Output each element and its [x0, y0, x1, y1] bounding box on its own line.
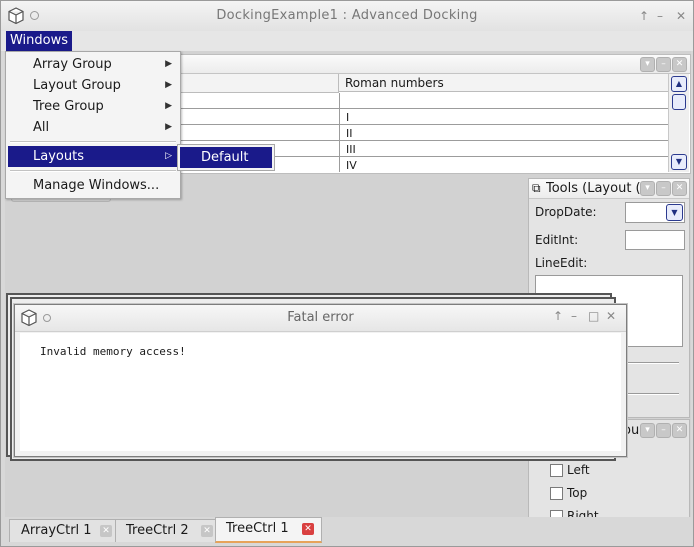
main-window: DockingExample1 : Advanced Docking ↑ – ✕… [0, 0, 694, 547]
menu-item-layouts[interactable]: Layouts ▷ [8, 146, 178, 167]
pin-icon[interactable]: ↑ [639, 9, 649, 23]
roman-cell: IV [346, 159, 357, 172]
menu-item-label: Manage Windows... [33, 178, 160, 193]
close-icon[interactable]: ✕ [606, 309, 616, 323]
tab-close-icon[interactable]: ✕ [302, 523, 314, 535]
tools-panel-title: Tools (Layout ( [546, 181, 641, 196]
layouts-submenu: Default [177, 144, 275, 171]
separator [625, 362, 679, 364]
roman-cell: I [346, 111, 350, 124]
fatal-error-titlebar: Fatal error ↑ – □ ✕ [15, 305, 626, 332]
minimize-icon[interactable]: – [571, 309, 577, 323]
top-label: Top [567, 486, 588, 500]
table-row[interactable] [178, 93, 668, 109]
fatal-error-body: Invalid memory access! [20, 333, 621, 451]
editint-field[interactable] [625, 230, 685, 250]
panel-menu-icon[interactable]: ▾ [640, 423, 655, 438]
panel-minimize-icon[interactable]: – [656, 423, 671, 438]
tab-close-icon[interactable]: ✕ [100, 525, 112, 537]
editint-label: EditInt: [535, 233, 579, 247]
minimize-icon[interactable]: – [657, 9, 663, 23]
submenu-arrow-icon: ▶ [165, 101, 172, 111]
tab-label: ArrayCtrl 1 [21, 523, 92, 538]
array-panel-header: ▾ – ✕ [178, 55, 690, 74]
close-icon[interactable]: ✕ [676, 9, 686, 23]
panel-copy-icon: ⧉ [532, 181, 541, 195]
clipped-row: Right [529, 508, 689, 517]
scroll-up-icon[interactable]: ▲ [671, 76, 687, 92]
tab-bar: ArrayCtrl 1 ✕ TreeCtrl 2 ✕ TreeCtrl 1 ✕ [5, 517, 691, 543]
table-row[interactable]: II [178, 125, 668, 141]
scroll-thumb[interactable] [672, 94, 686, 110]
menu-windows[interactable]: Windows [6, 31, 72, 51]
menu-item-all[interactable]: All ▶ [8, 117, 178, 138]
menu-item-label: Array Group [33, 57, 112, 72]
fatal-error-title: Fatal error [287, 310, 354, 325]
menu-item-tree-group[interactable]: Tree Group ▶ [8, 96, 178, 117]
submenu-arrow-icon: ▶ [165, 122, 172, 132]
menu-item-label: Default [201, 150, 249, 165]
panel-minimize-icon[interactable]: – [656, 181, 671, 196]
right-label: Right [567, 509, 599, 517]
submenu-arrow-icon: ▶ [165, 80, 172, 90]
tab-treectrl-1[interactable]: TreeCtrl 1 ✕ [215, 517, 322, 543]
column-header-0[interactable] [178, 74, 339, 93]
tools-panel-header: ⧉ Tools (Layout ( ▾ – ✕ [529, 179, 689, 199]
tab-close-icon[interactable]: ✕ [201, 525, 213, 537]
menu-item-label: Layout Group [33, 78, 121, 93]
table-row[interactable]: I [178, 109, 668, 125]
menu-separator [10, 141, 176, 143]
menu-separator [10, 170, 176, 172]
menu-item-default[interactable]: Default [180, 147, 272, 168]
panel-minimize-icon[interactable]: – [656, 57, 671, 72]
menu-bar: Windows [1, 31, 693, 51]
maximize-icon[interactable]: □ [588, 309, 599, 323]
dropdate-field[interactable]: ▼ [625, 202, 685, 223]
title-bar: DockingExample1 : Advanced Docking ↑ – ✕ [1, 1, 693, 32]
windows-menu-popup: Array Group ▶ Layout Group ▶ Tree Group ▶ A… [5, 51, 181, 199]
submenu-arrow-icon: ▶ [165, 59, 172, 69]
roman-cell: III [346, 143, 356, 156]
menu-item-label: Tree Group [33, 99, 104, 114]
window-title: DockingExample1 : Advanced Docking [216, 8, 478, 23]
panel-menu-icon[interactable]: ▾ [640, 57, 655, 72]
roman-cell: II [346, 127, 353, 140]
column-header-roman[interactable]: Roman numbers [339, 74, 668, 92]
menu-item-label: Layouts [33, 149, 84, 164]
panel-menu-icon[interactable]: ▾ [640, 181, 655, 196]
fatal-error-window: Fatal error ↑ – □ ✕ Invalid memory acces… [14, 304, 627, 457]
right-checkbox[interactable] [550, 510, 563, 517]
left-checkbox[interactable] [550, 464, 563, 477]
chevron-down-icon[interactable]: ▼ [666, 204, 683, 221]
top-checkbox[interactable] [550, 487, 563, 500]
dropdate-label: DropDate: [535, 205, 597, 219]
menu-item-label: All [33, 120, 50, 135]
menu-item-manage-windows[interactable]: Manage Windows... [8, 175, 178, 196]
table-scrollbar[interactable]: ▲ ▼ [668, 74, 689, 172]
pin-icon[interactable]: ↑ [553, 309, 563, 323]
tab-treectrl-2[interactable]: TreeCtrl 2 ✕ [115, 519, 217, 542]
scroll-down-icon[interactable]: ▼ [671, 154, 687, 170]
menu-item-array-group[interactable]: Array Group ▶ [8, 54, 178, 75]
submenu-arrow-icon: ▷ [165, 151, 172, 161]
left-label: Left [567, 463, 590, 477]
tab-label: TreeCtrl 1 [226, 521, 289, 536]
lineedit-label: LineEdit: [535, 256, 588, 270]
tab-arrayctrl-1[interactable]: ArrayCtrl 1 ✕ [9, 519, 117, 542]
panel-close-icon[interactable]: ✕ [672, 57, 687, 72]
panel-close-icon[interactable]: ✕ [672, 181, 687, 196]
separator [625, 393, 679, 395]
panel-close-icon[interactable]: ✕ [672, 423, 687, 438]
tab-label: TreeCtrl 2 [126, 523, 189, 538]
menu-item-layout-group[interactable]: Layout Group ▶ [8, 75, 178, 96]
error-message: Invalid memory access! [40, 345, 186, 358]
